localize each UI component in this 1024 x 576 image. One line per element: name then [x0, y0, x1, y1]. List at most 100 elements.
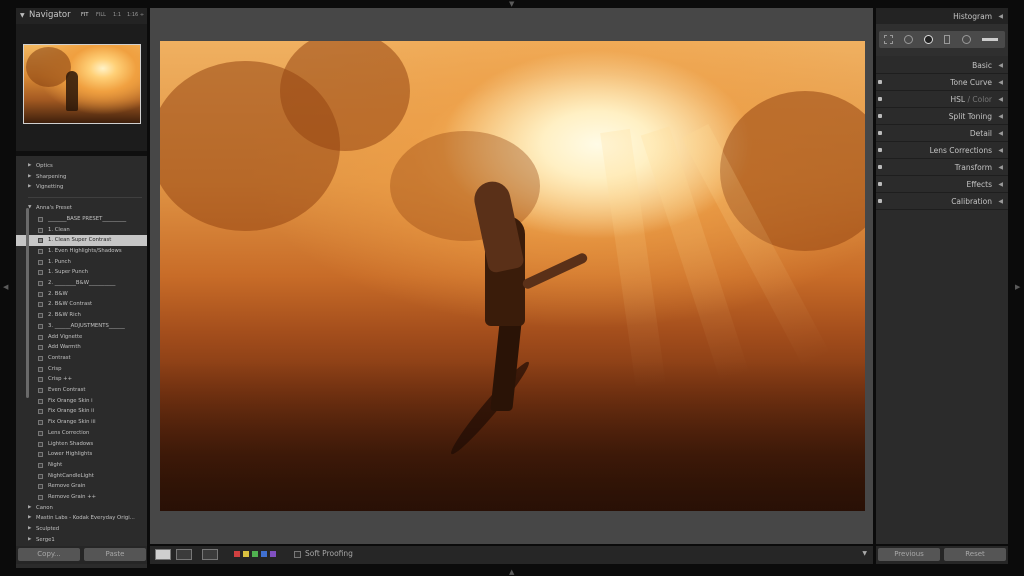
preset-group[interactable]: ▼ Anna's Preset — [16, 203, 147, 214]
top-panel-arrow-icon[interactable]: ▼ — [509, 1, 514, 8]
paste-button[interactable]: Paste — [84, 548, 146, 561]
preset-item[interactable]: _______BASE PRESET_________ — [16, 214, 147, 225]
zoom-fit[interactable]: FIT — [81, 12, 88, 18]
panel-lens-corrections[interactable]: Lens Corrections ◀ — [876, 143, 1008, 159]
expand-arrow-icon[interactable]: ◀ — [998, 62, 1003, 69]
color-label-red-icon[interactable] — [234, 551, 240, 557]
expand-arrow-icon[interactable]: ◀ — [998, 181, 1003, 188]
crop-tool-icon[interactable] — [884, 35, 893, 44]
zoom-1-1[interactable]: 1:1 — [113, 12, 121, 18]
preset-group[interactable]: ▶ Mastin Labs - Kodak Everyday Origi... — [16, 513, 147, 524]
panel-switch-icon[interactable] — [878, 165, 882, 169]
expand-arrow-icon[interactable]: ◀ — [998, 130, 1003, 137]
panel-hsl[interactable]: HSL / Color ◀ — [876, 92, 1008, 108]
collapsed-triangle-icon[interactable]: ▶ — [28, 172, 31, 183]
collapsed-triangle-icon[interactable]: ▶ — [28, 513, 31, 524]
preset-item[interactable]: Fix Orange Skin ii — [16, 406, 147, 417]
left-scrollbar[interactable] — [26, 208, 29, 398]
panel-switch-icon[interactable] — [878, 97, 882, 101]
soft-proofing-checkbox[interactable] — [294, 551, 301, 558]
collapsed-triangle-icon[interactable]: ▶ — [28, 503, 31, 514]
panel-effects[interactable]: Effects ◀ — [876, 177, 1008, 193]
panel-calibration[interactable]: Calibration ◀ — [876, 194, 1008, 210]
left-panel-arrow-icon[interactable]: ◀ — [3, 284, 8, 291]
panel-detail[interactable]: Detail ◀ — [876, 126, 1008, 142]
preset-item[interactable]: 1. Even Highlights/Shadows — [16, 246, 147, 257]
histogram-header[interactable]: Histogram ◀ — [876, 8, 1008, 24]
color-label-purple-icon[interactable] — [270, 551, 276, 557]
panel-switch-icon[interactable] — [878, 182, 882, 186]
collapse-arrow-icon[interactable]: ◀ — [998, 13, 1003, 20]
right-panel-arrow-icon[interactable]: ▶ — [1015, 284, 1020, 291]
navigator-header[interactable]: ▼ Navigator FIT FILL 1:1 1:16 ÷ — [16, 8, 147, 24]
panel-switch-icon[interactable] — [878, 114, 882, 118]
preset-group[interactable]: ▶ Serge1 — [16, 535, 147, 544]
compare-view-icon[interactable] — [202, 549, 218, 560]
preset-item[interactable]: Lens Correction — [16, 428, 147, 439]
collapsed-triangle-icon[interactable]: ▶ — [28, 182, 31, 193]
panel-basic[interactable]: Basic ◀ — [876, 58, 1008, 74]
preset-item[interactable]: 1. Super Punch — [16, 267, 147, 278]
preset-item[interactable]: 2. B&W Contrast — [16, 299, 147, 310]
preset-item[interactable]: Crisp ++ — [16, 374, 147, 385]
preset-item[interactable]: 1. Clean — [16, 225, 147, 236]
panel-tone-curve[interactable]: Tone Curve ◀ — [876, 75, 1008, 91]
preset-item[interactable]: 2. ________B&W__________ — [16, 278, 147, 289]
red-eye-tool-icon[interactable] — [924, 35, 933, 44]
panel-split-toning[interactable]: Split Toning ◀ — [876, 109, 1008, 125]
preset-item[interactable]: Add Warmth — [16, 342, 147, 353]
preset-item[interactable]: Lower Highlights — [16, 449, 147, 460]
preset-item[interactable]: NightCandleLight — [16, 471, 147, 482]
preset-item[interactable]: Even Contrast — [16, 385, 147, 396]
preset-item[interactable]: 1. Punch — [16, 257, 147, 268]
expand-arrow-icon[interactable]: ◀ — [998, 164, 1003, 171]
expand-arrow-icon[interactable]: ◀ — [998, 147, 1003, 154]
spot-removal-tool-icon[interactable] — [904, 35, 913, 44]
panel-title-suffix[interactable]: / Color — [965, 95, 992, 104]
expand-arrow-icon[interactable]: ◀ — [998, 79, 1003, 86]
zoom-custom[interactable]: 1:16 ÷ — [127, 12, 144, 18]
reset-button[interactable]: Reset — [944, 548, 1006, 561]
expand-arrow-icon[interactable]: ◀ — [998, 96, 1003, 103]
preset-item[interactable]: Fix Orange Skin i — [16, 396, 147, 407]
panel-switch-icon[interactable] — [878, 80, 882, 84]
preset-item[interactable]: Fix Orange Skin iii — [16, 417, 147, 428]
preset-item[interactable]: 3. ______ADJUSTMENTS______ — [16, 321, 147, 332]
preset-item[interactable]: Lighten Shadows — [16, 439, 147, 450]
zoom-fill[interactable]: FILL — [96, 12, 106, 18]
adjustment-brush-tool-icon[interactable] — [982, 38, 998, 41]
collapse-triangle-icon[interactable]: ▼ — [20, 12, 25, 19]
color-label-green-icon[interactable] — [252, 551, 258, 557]
before-after-view-icon[interactable] — [176, 549, 192, 560]
panel-switch-icon[interactable] — [878, 148, 882, 152]
preset-item[interactable]: 2. B&W Rich — [16, 310, 147, 321]
expand-arrow-icon[interactable]: ◀ — [998, 113, 1003, 120]
collapsed-triangle-icon[interactable]: ▶ — [28, 535, 31, 544]
navigator-thumbnail[interactable] — [23, 44, 141, 124]
loupe-view-icon[interactable] — [155, 549, 171, 560]
preset-group[interactable]: ▶ Optics — [16, 161, 147, 172]
panel-switch-icon[interactable] — [878, 199, 882, 203]
image-canvas[interactable] — [150, 8, 873, 544]
preset-group[interactable]: ▶ Vignetting — [16, 182, 147, 193]
color-label-yellow-icon[interactable] — [243, 551, 249, 557]
preset-item[interactable]: Crisp — [16, 364, 147, 375]
panel-switch-icon[interactable] — [878, 131, 882, 135]
preset-group[interactable]: ▶ Canon — [16, 503, 147, 514]
preset-group[interactable]: ▶ Sharpening — [16, 172, 147, 183]
toolbar-menu-chevron-icon[interactable]: ▼ — [862, 550, 867, 557]
collapsed-triangle-icon[interactable]: ▶ — [28, 161, 31, 172]
preset-item[interactable]: 1. Clean Super Contrast — [16, 235, 147, 246]
copy-button[interactable]: Copy... — [18, 548, 80, 561]
previous-button[interactable]: Previous — [878, 548, 940, 561]
preset-item[interactable]: Remove Grain — [16, 481, 147, 492]
expand-arrow-icon[interactable]: ◀ — [998, 198, 1003, 205]
bottom-panel-arrow-icon[interactable]: ▲ — [509, 569, 514, 576]
preset-item[interactable]: Add Vignette — [16, 332, 147, 343]
preset-item[interactable]: Remove Grain ++ — [16, 492, 147, 503]
panel-transform[interactable]: Transform ◀ — [876, 160, 1008, 176]
navigator-preview[interactable] — [16, 24, 147, 151]
radial-filter-tool-icon[interactable] — [962, 35, 971, 44]
preset-item[interactable]: 2. B&W — [16, 289, 147, 300]
preset-item[interactable]: Night — [16, 460, 147, 471]
